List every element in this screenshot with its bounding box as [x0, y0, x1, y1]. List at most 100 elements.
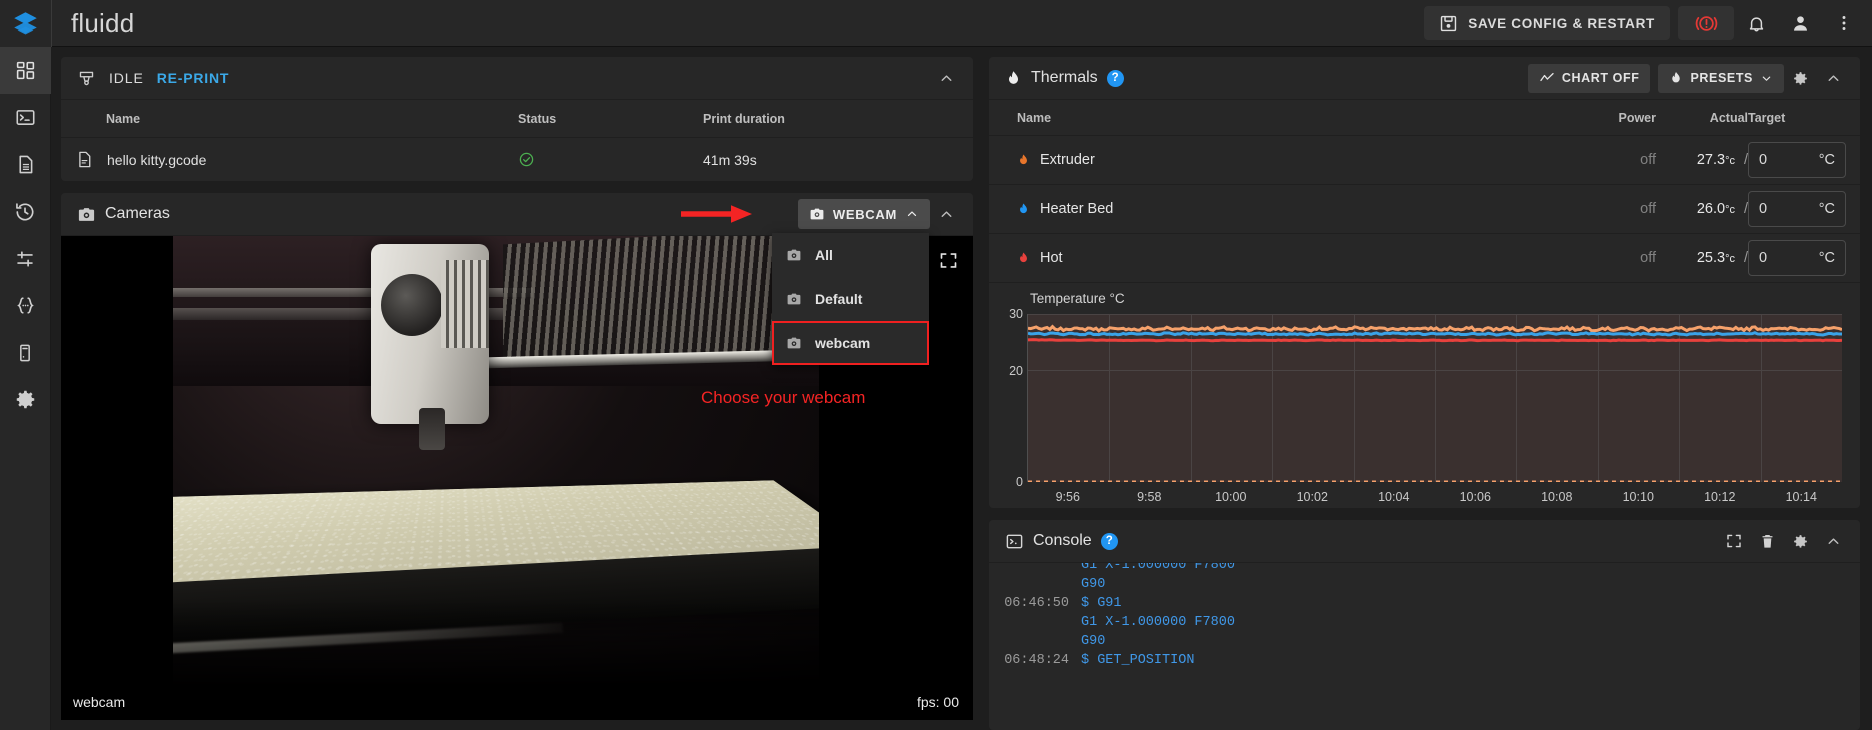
console-fullscreen-button[interactable]	[1717, 532, 1751, 550]
fluidd-app: fluidd SAVE CONFIG & RESTART	[0, 0, 1872, 730]
job-status-cell	[518, 138, 703, 182]
heater-name-label: Extruder	[1040, 152, 1095, 168]
collapse-console-button[interactable]	[1817, 533, 1850, 550]
camera-selector-label: WEBCAM	[833, 207, 897, 222]
heater-actual-cell: 25.3°c/	[1656, 234, 1748, 283]
chart-plot-area[interactable]: 30 20 0 9:56 9:58 10:00 10:02 10:04 10:0…	[997, 308, 1846, 504]
app-logo[interactable]	[0, 0, 51, 47]
console-line: 06:46:50 $ G91	[989, 594, 1860, 613]
camera-fullscreen-button[interactable]	[938, 250, 959, 271]
chart-ytick: 20	[997, 364, 1023, 378]
sidebar-item-settings[interactable]	[0, 376, 51, 423]
console-clear-button[interactable]	[1751, 533, 1784, 550]
flame-icon	[1017, 250, 1030, 266]
file-gcode-icon	[75, 150, 94, 169]
target-temp-unit: °C	[1819, 152, 1835, 168]
help-circle-icon[interactable]: ?	[1101, 533, 1118, 550]
heater-separator: /	[1735, 201, 1748, 217]
help-circle-icon[interactable]: ?	[1107, 70, 1124, 87]
dashboard-grid-icon	[15, 60, 36, 81]
table-row[interactable]: hello kitty.gcode	[61, 138, 973, 182]
camera-icon	[786, 335, 802, 351]
chart-ytick: 0	[997, 475, 1023, 489]
heater-actual-cell: 26.0°c/	[1656, 185, 1748, 234]
heater-actual-value: 27.3	[1697, 152, 1725, 168]
app-body: IDLE RE-PRINT Name	[0, 47, 1872, 730]
sidebar-item-files[interactable]	[0, 141, 51, 188]
console-line-time	[989, 615, 1081, 630]
camera-menu-item-label: Default	[815, 291, 862, 307]
target-temp-input[interactable]: 0 °C	[1748, 240, 1846, 276]
console-line-time	[989, 634, 1081, 649]
table-row[interactable]: Extruder off 27.3°c/ 0	[989, 136, 1860, 185]
cameras-title: Cameras	[77, 205, 170, 224]
gear-icon	[15, 389, 36, 410]
flame-icon	[1669, 70, 1683, 86]
chart-toggle-button[interactable]: CHART OFF	[1528, 64, 1651, 93]
chart-xtick: 10:04	[1353, 490, 1435, 504]
file-document-icon	[15, 154, 36, 175]
collapse-cameras-button[interactable]	[930, 206, 963, 223]
heater-power-cell: off	[1584, 185, 1656, 234]
camera-selector-button[interactable]: WEBCAM	[798, 199, 930, 229]
table-row[interactable]: Hot off 25.3°c/ 0 °C	[989, 234, 1860, 283]
sidebar-item-dashboard[interactable]	[0, 47, 51, 94]
chart-line-icon	[1539, 70, 1555, 86]
thermals-settings-button[interactable]	[1784, 70, 1817, 87]
chart-canvas	[1027, 314, 1842, 482]
console-line-text: G1 X-1.000000 F7800	[1081, 615, 1235, 630]
camera-menu-item-webcam[interactable]: webcam	[772, 321, 929, 365]
camera-menu-item-default[interactable]: Default	[772, 277, 929, 321]
chart-title: Temperature °C	[997, 291, 1846, 308]
sidebar-item-tune[interactable]	[0, 235, 51, 282]
chart-xtick: 10:14	[1761, 490, 1843, 504]
braces-icon	[14, 294, 37, 317]
chart-ytick: 30	[997, 307, 1023, 321]
sidebar-item-macros[interactable]	[0, 282, 51, 329]
target-temp-unit: °C	[1819, 201, 1835, 217]
notifications-button[interactable]	[1734, 1, 1778, 45]
right-column: Thermals ? CHART OFF	[989, 57, 1860, 730]
heater-separator: /	[1735, 152, 1748, 168]
sidebar-item-history[interactable]	[0, 188, 51, 235]
save-config-restart-label: SAVE CONFIG & RESTART	[1468, 16, 1655, 31]
target-temp-unit: °C	[1819, 250, 1835, 266]
console-log[interactable]: G1 X-1.000000 F7800 G90 06:46:50 $ G91	[989, 563, 1860, 685]
sidebar-item-system[interactable]	[0, 329, 51, 376]
sidebar-item-console[interactable]	[0, 94, 51, 141]
camera-selector-menu[interactable]: All Default	[772, 233, 929, 365]
jobs-col-status: Status	[518, 100, 703, 138]
table-row[interactable]: Heater Bed off 26.0°c/ 0	[989, 185, 1860, 234]
jobs-header-row: Name Status Print duration	[61, 100, 973, 138]
chart-xtick: 10:10	[1598, 490, 1680, 504]
heater-name-cell: Heater Bed	[989, 185, 1584, 234]
jobs-table: Name Status Print duration	[61, 100, 973, 181]
emergency-stop-button[interactable]	[1678, 6, 1734, 40]
thermals-header-row: Name Power Actual Target	[989, 100, 1860, 136]
chart-xtick: 10:06	[1435, 490, 1517, 504]
chart-xtick: 10:02	[1272, 490, 1354, 504]
heater-target-cell: 0 °C	[1748, 234, 1860, 283]
thermals-title-label: Thermals	[1031, 69, 1098, 87]
collapse-thermals-button[interactable]	[1817, 70, 1850, 87]
target-temp-input[interactable]: 0 °C	[1748, 142, 1846, 178]
target-temp-input[interactable]: 0 °C	[1748, 191, 1846, 227]
save-config-restart-button[interactable]: SAVE CONFIG & RESTART	[1424, 6, 1670, 40]
console-line: G1 X-1.000000 F7800	[989, 563, 1860, 575]
collapse-print-status-button[interactable]	[930, 70, 963, 87]
heater-separator: /	[1735, 250, 1748, 266]
account-button[interactable]	[1778, 1, 1822, 45]
console-line-text: G90	[1081, 634, 1105, 649]
chevron-down-icon	[1760, 72, 1773, 85]
chart-xtick: 10:08	[1516, 490, 1598, 504]
floppy-disk-icon	[1439, 14, 1458, 33]
heater-name-label: Hot	[1040, 250, 1063, 266]
re-print-button[interactable]: RE-PRINT	[157, 70, 230, 86]
overflow-menu-button[interactable]	[1822, 1, 1866, 45]
presets-button[interactable]: PRESETS	[1658, 64, 1784, 93]
console-settings-button[interactable]	[1784, 533, 1817, 550]
printer-idle-icon	[77, 69, 96, 88]
presets-label: PRESETS	[1690, 71, 1753, 85]
camera-icon	[77, 205, 96, 224]
camera-menu-item-all[interactable]: All	[772, 233, 929, 277]
